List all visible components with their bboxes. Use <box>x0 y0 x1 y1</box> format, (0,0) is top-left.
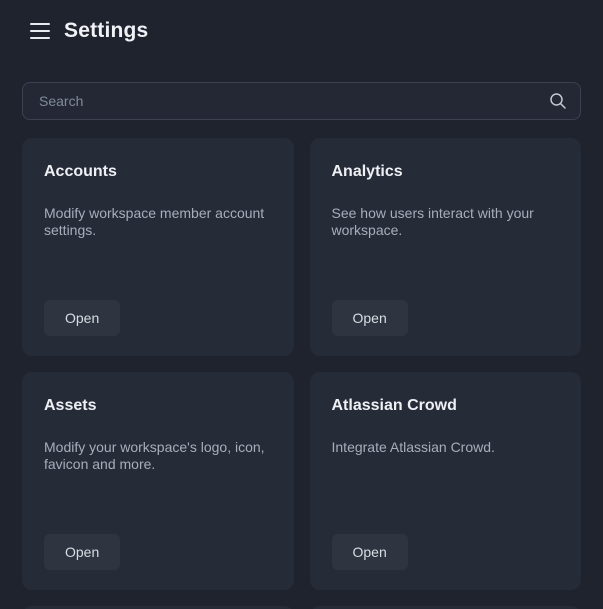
open-button-accounts[interactable]: Open <box>44 300 120 336</box>
hamburger-bar <box>30 37 50 39</box>
settings-page: Settings Accounts Modify workspace membe… <box>0 0 603 609</box>
hamburger-bar <box>30 30 50 32</box>
card-title: Analytics <box>332 162 560 181</box>
search-bar <box>22 82 581 120</box>
card-title: Assets <box>44 396 272 415</box>
card-atlassian-crowd: Atlassian Crowd Integrate Atlassian Crow… <box>310 372 582 590</box>
search-input[interactable] <box>22 82 581 120</box>
card-title: Accounts <box>44 162 272 181</box>
card-analytics: Analytics See how users interact with yo… <box>310 138 582 356</box>
card-description: See how users interact with your workspa… <box>332 205 560 239</box>
hamburger-menu-icon[interactable] <box>30 22 50 40</box>
card-description: Modify workspace member account settings… <box>44 205 272 239</box>
hamburger-bar <box>30 23 50 25</box>
header: Settings <box>0 0 603 48</box>
card-accounts: Accounts Modify workspace member account… <box>22 138 294 356</box>
open-button-assets[interactable]: Open <box>44 534 120 570</box>
card-description: Integrate Atlassian Crowd. <box>332 439 560 456</box>
open-button-analytics[interactable]: Open <box>332 300 408 336</box>
card-description: Modify your workspace's logo, icon, favi… <box>44 439 272 473</box>
card-assets: Assets Modify your workspace's logo, ico… <box>22 372 294 590</box>
page-title: Settings <box>64 19 148 43</box>
card-title: Atlassian Crowd <box>332 396 560 415</box>
settings-card-grid: Accounts Modify workspace member account… <box>22 138 581 609</box>
open-button-atlassian-crowd[interactable]: Open <box>332 534 408 570</box>
